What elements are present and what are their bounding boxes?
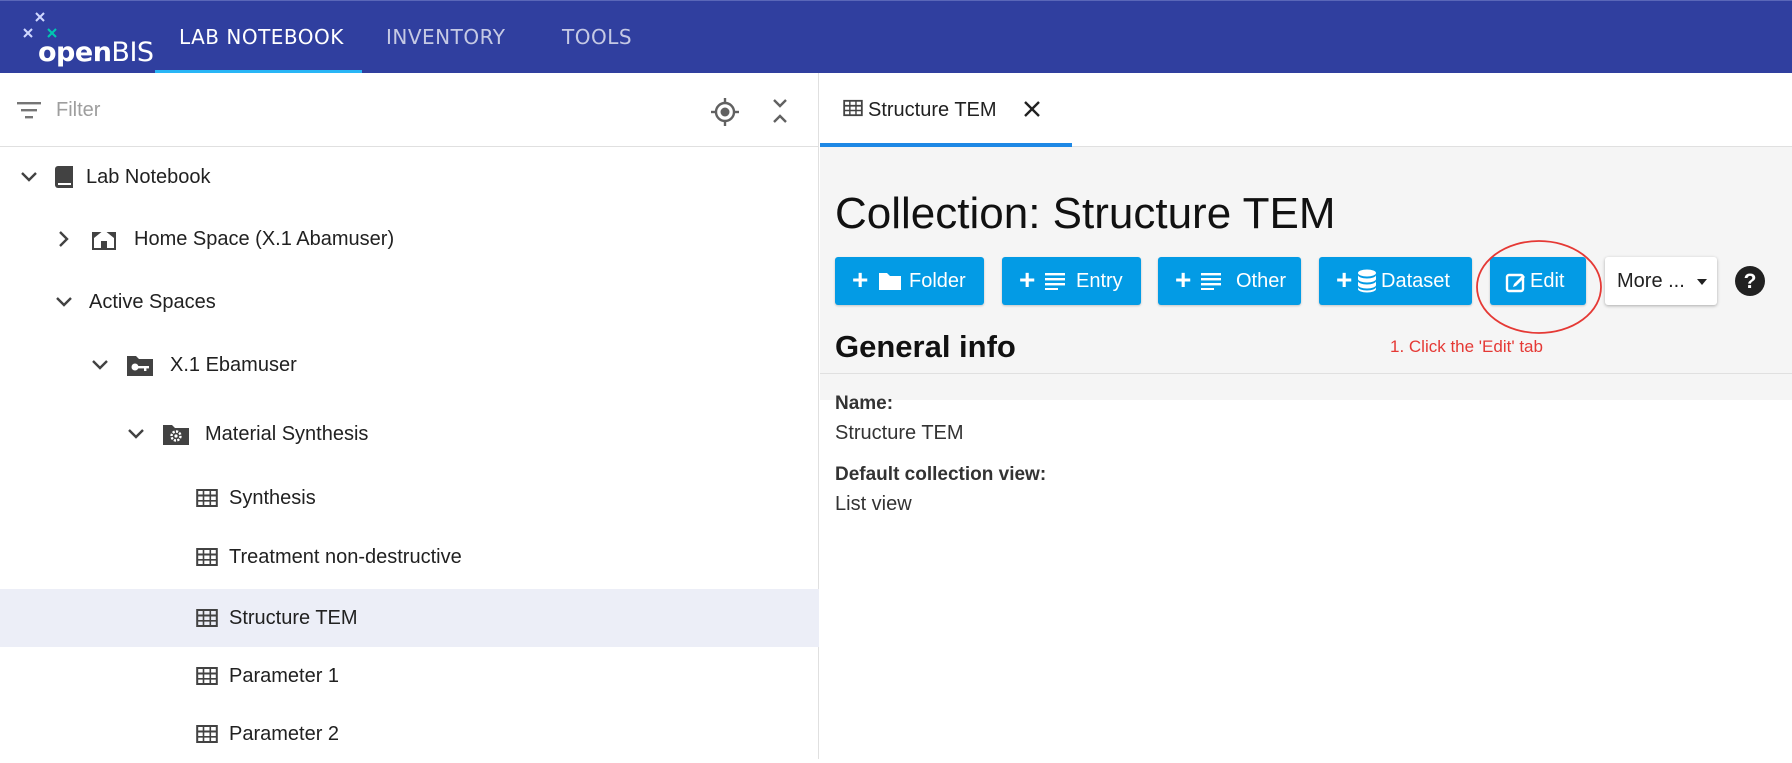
more-label: More ... — [1617, 270, 1685, 292]
tree-item-parameter-1[interactable]: Parameter 1 — [0, 647, 819, 705]
chevron-right-icon[interactable] — [52, 227, 76, 251]
home-icon — [92, 230, 116, 250]
add-other-button[interactable]: + Other — [1158, 257, 1301, 305]
table-icon — [196, 667, 218, 685]
field-value-name: Structure TEM — [835, 422, 964, 444]
plus-icon: + — [1175, 264, 1192, 295]
chevron-down-icon[interactable] — [88, 353, 112, 377]
field-value-default-view: List view — [835, 493, 912, 515]
add-entry-label: Entry — [1076, 270, 1123, 292]
tree-item-label: Lab Notebook — [86, 166, 211, 188]
main-content: Structure TEM Collection: Structure TEM … — [820, 73, 1792, 759]
tree-item-home-space[interactable]: Home Space (X.1 Abamuser) — [0, 210, 819, 268]
tree-item-label: Structure TEM — [229, 607, 358, 629]
tree-item-label: Synthesis — [229, 487, 316, 509]
object-tab-bar: Structure TEM — [820, 73, 1792, 147]
filter-icon — [17, 102, 41, 119]
table-icon — [196, 548, 218, 566]
add-entry-button[interactable]: + Entry — [1002, 257, 1141, 305]
folder-icon — [879, 273, 901, 290]
nav-tab-lab-notebook[interactable]: LAB NOTEBOOK — [179, 1, 344, 74]
chevron-down-icon[interactable] — [124, 422, 148, 446]
tree-item-synthesis[interactable]: Synthesis — [0, 469, 819, 527]
database-icon — [1358, 269, 1376, 293]
table-icon — [196, 489, 218, 507]
field-label-name: Name: — [835, 393, 894, 414]
chevron-down-icon[interactable] — [52, 290, 76, 314]
tree-item-label: X.1 Ebamuser — [170, 354, 297, 376]
book-icon — [55, 166, 73, 188]
tree-item-active-spaces[interactable]: Active Spaces — [0, 273, 819, 331]
filter-bar — [0, 73, 819, 147]
tree-item-treatment-non-destructive[interactable]: Treatment non-destructive — [0, 528, 819, 586]
nav-tab-inventory[interactable]: INVENTORY — [386, 1, 505, 74]
navigation-sidebar: Lab Notebook Home Space (X.1 Abamuser) A… — [0, 73, 819, 759]
plus-icon: + — [1019, 264, 1036, 295]
plus-icon: + — [852, 264, 869, 295]
lines-icon — [1045, 273, 1065, 290]
add-folder-label: Folder — [909, 270, 966, 292]
nav-tab-tools[interactable]: TOOLS — [562, 1, 632, 74]
tree-item-label: Parameter 2 — [229, 723, 340, 745]
annotation-circle — [1476, 240, 1602, 334]
chevron-down-icon[interactable] — [17, 165, 41, 189]
key-folder-icon — [127, 356, 153, 376]
lines-icon — [1201, 273, 1221, 290]
tree-item-label: Home Space (X.1 Abamuser) — [134, 228, 395, 250]
page-title: Collection: Structure TEM — [835, 189, 1336, 238]
tree-item-parameter-2[interactable]: Parameter 2 — [0, 705, 819, 763]
tab-label: Structure TEM — [868, 99, 997, 121]
svg-text:?: ? — [1744, 270, 1757, 293]
filter-input[interactable] — [56, 92, 676, 128]
section-title-general-info: General info — [835, 329, 1016, 364]
logo-text: openBIS — [38, 37, 154, 68]
add-other-label: Other — [1236, 270, 1287, 292]
tree-item-lab-notebook[interactable]: Lab Notebook — [0, 148, 819, 206]
collapse-all-icon[interactable] — [770, 97, 790, 125]
help-icon[interactable]: ? — [1734, 265, 1766, 297]
field-label-default-view: Default collection view: — [835, 464, 1047, 485]
table-icon — [196, 725, 218, 743]
annotation-text: 1. Click the 'Edit' tab — [1390, 337, 1543, 356]
section-divider — [820, 373, 1792, 374]
tree-item-structure-tem[interactable]: Structure TEM — [0, 589, 819, 647]
tab-structure-tem[interactable]: Structure TEM — [820, 73, 1072, 147]
more-button[interactable]: More ... — [1605, 257, 1717, 305]
tree-item-label: Treatment non-destructive — [229, 546, 462, 568]
tree-item-label: Active Spaces — [89, 291, 216, 313]
close-icon[interactable] — [1020, 97, 1044, 121]
locate-icon[interactable] — [710, 97, 740, 127]
tree-item-material-synthesis[interactable]: Material Synthesis — [0, 405, 819, 463]
tree-item-label: Material Synthesis — [205, 423, 369, 445]
tree-item-label: Parameter 1 — [229, 665, 340, 687]
caret-down-icon — [1697, 279, 1707, 285]
table-icon — [843, 99, 863, 117]
top-app-bar: openBIS LAB NOTEBOOK INVENTORY TOOLS — [0, 0, 1792, 74]
plus-icon: + — [1336, 264, 1353, 295]
openbis-logo[interactable]: openBIS — [22, 9, 154, 68]
gear-folder-icon — [163, 425, 189, 445]
table-icon — [196, 609, 218, 627]
add-dataset-button[interactable]: + Dataset — [1319, 257, 1472, 305]
add-dataset-label: Dataset — [1381, 270, 1450, 292]
tree-item-x1-ebamuser[interactable]: X.1 Ebamuser — [0, 336, 819, 394]
add-folder-button[interactable]: + Folder — [835, 257, 984, 305]
